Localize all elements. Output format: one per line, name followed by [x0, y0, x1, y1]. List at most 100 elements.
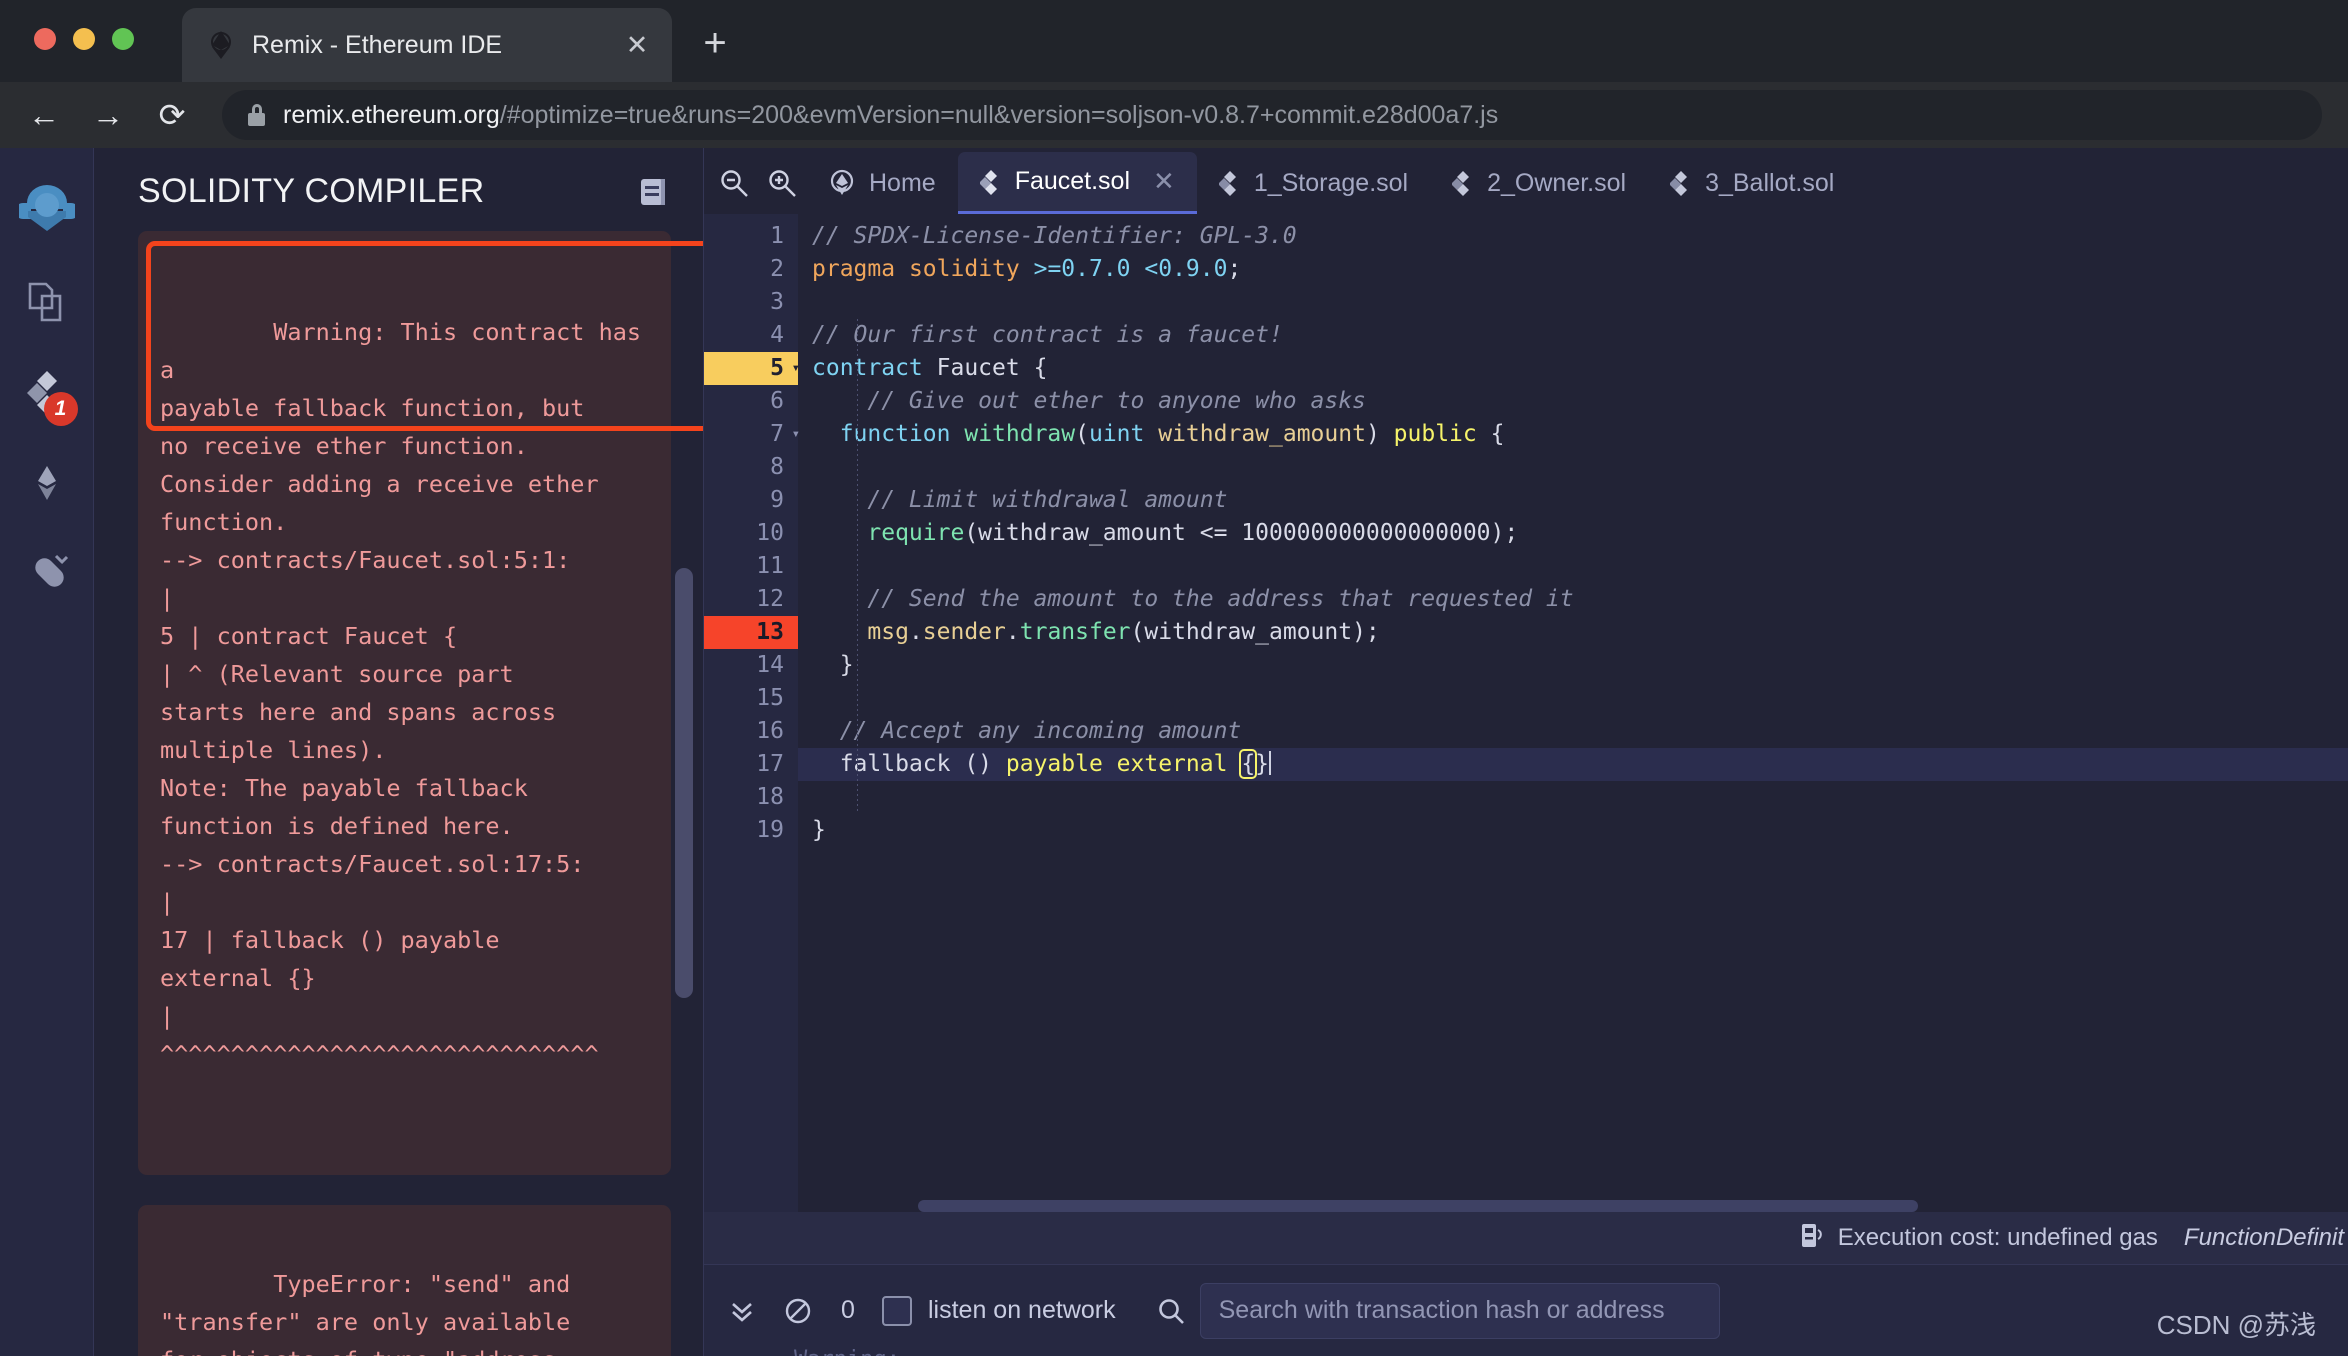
ast-node-type: FunctionDefinit — [2183, 1224, 2344, 1251]
chevron-double-down-icon[interactable] — [714, 1283, 770, 1339]
tab-2-owner-sol-label: 2_Owner.sol — [1487, 168, 1627, 197]
no-entry-icon[interactable] — [770, 1283, 826, 1339]
code-line: // Send the amount to the address that r… — [867, 586, 1574, 612]
gas-status: Execution cost: undefined gas — [1800, 1221, 2158, 1256]
line-number: 12 — [756, 586, 784, 612]
line-number: 4 — [770, 322, 784, 348]
tab-home-label: Home — [869, 168, 936, 197]
close-window-button[interactable] — [34, 28, 56, 50]
line-number-gutter: 1 2 3 4 5 ▾ 6 7 ▾ 8 9 10 11 12 13 14 15 16… — [704, 214, 800, 1212]
ethereum-icon — [24, 460, 70, 511]
sidebar-item-remix-logo[interactable] — [0, 164, 94, 260]
code-line: // SPDX-License-Identifier: GPL-3.0 — [798, 220, 2348, 253]
line-number-warning: 5 ▾ — [704, 352, 800, 385]
terminal-bar: 0 listen on network Search with transact… — [704, 1264, 2348, 1356]
close-icon[interactable]: ✕ — [620, 28, 654, 62]
minimize-window-button[interactable] — [73, 28, 95, 50]
tab-1-storage-sol-label: 1_Storage.sol — [1253, 168, 1409, 197]
line-number: 17 — [756, 751, 784, 777]
browser-tab[interactable]: Remix - Ethereum IDE ✕ — [182, 8, 672, 82]
ethereum-icon — [206, 30, 236, 60]
code-line: // Limit withdrawal amount — [867, 487, 1228, 513]
text-caret — [1269, 751, 1272, 775]
close-icon[interactable]: ✕ — [1153, 166, 1175, 197]
watermark: CSDN @苏浅 — [2156, 1310, 2316, 1340]
tab-faucet-sol-label: Faucet.sol — [1014, 167, 1131, 195]
code-line: // Give out ether to anyone who asks — [867, 388, 1366, 414]
tab-3-ballot-sol[interactable]: 3_Ballot.sol — [1648, 152, 1856, 214]
sidebar-item-plugin-manager[interactable] — [0, 530, 94, 620]
line-number: 8 — [770, 454, 784, 480]
window-traffic-lights — [34, 28, 134, 50]
line-number: 6 — [770, 388, 784, 414]
line-number: 18 — [756, 784, 784, 810]
reload-icon[interactable]: ⟳ — [140, 82, 204, 148]
editor-horizontal-scrollbar[interactable] — [918, 1200, 1918, 1212]
browser-tab-title: Remix - Ethereum IDE — [252, 30, 503, 59]
forward-icon[interactable]: → — [76, 82, 140, 148]
line-number: 5 — [770, 355, 784, 381]
line-number: 2 — [770, 256, 784, 282]
line-number: 3 — [770, 289, 784, 315]
line-number: 14 — [756, 652, 784, 678]
sidebar-item-file-explorer[interactable] — [0, 260, 94, 350]
code-line: contract Faucet { — [812, 355, 1048, 381]
new-tab-button[interactable]: + — [692, 22, 738, 68]
editor-status-bar: Execution cost: undefined gas FunctionDe… — [704, 1212, 2348, 1264]
gas-status-text: Execution cost: undefined gas — [1837, 1224, 2158, 1251]
tab-2-owner-sol[interactable]: 2_Owner.sol — [1430, 152, 1648, 214]
tab-1-storage-sol[interactable]: 1_Storage.sol — [1197, 152, 1430, 214]
solidity-icon — [1669, 170, 1692, 196]
editor-column: Home Faucet.sol ✕ 1_Storage.sol 2_Owner.… — [704, 148, 2348, 1356]
home-icon — [828, 168, 856, 198]
terminal-log-line: Warning: — [794, 1347, 900, 1356]
code-line: } — [812, 817, 826, 843]
page-title: SOLIDITY COMPILER — [138, 172, 485, 210]
remix-logo-icon — [14, 181, 79, 244]
line-number-error: 13 — [704, 616, 798, 649]
panel-body: Warning: This contract has a payable fal… — [94, 231, 703, 1356]
code-line: pragma solidity >=0.7.0 <0.9.0; — [812, 256, 1242, 282]
icon-rail: 1 — [0, 148, 94, 1356]
zoom-out-icon[interactable] — [710, 152, 758, 214]
book-icon[interactable] — [639, 177, 667, 207]
solidity-icon — [978, 169, 1002, 195]
line-number: 1 — [770, 223, 784, 249]
transaction-search-input[interactable]: Search with transaction hash or address — [1199, 1282, 1720, 1339]
address-bar-path: /#optimize=true&runs=200&evmVersion=null… — [499, 100, 1499, 129]
solidity-compiler-panel: SOLIDITY COMPILER Warning: This contract… — [94, 148, 704, 1356]
line-number: 7 — [770, 421, 784, 447]
sidepanel-scrollbar[interactable] — [675, 568, 693, 998]
compiler-error-text: TypeError: "send" and "transfer" are onl… — [160, 1270, 571, 1356]
code-token-comment: // SPDX-License-Identifier: GPL-3.0 — [812, 223, 1297, 249]
status-badge: 1 — [43, 392, 78, 426]
tab-faucet-sol[interactable]: Faucet.sol ✕ — [957, 152, 1197, 214]
sidebar-item-deploy-run[interactable] — [0, 440, 94, 530]
code-content[interactable]: // SPDX-License-Identifier: GPL-3.0 prag… — [798, 214, 2348, 1212]
line-number: 10 — [756, 520, 784, 546]
search-icon — [1142, 1296, 1200, 1326]
maximize-window-button[interactable] — [112, 28, 134, 50]
code-editor[interactable]: 1 2 3 4 5 ▾ 6 7 ▾ 8 9 10 11 12 13 14 15 16… — [704, 214, 2348, 1212]
zoom-in-icon[interactable] — [758, 152, 806, 214]
tab-home[interactable]: Home — [806, 152, 958, 214]
browser-tabstrip: Remix - Ethereum IDE ✕ + — [0, 0, 2348, 82]
code-line: function withdraw(uint withdraw_amount) … — [839, 421, 1505, 447]
address-bar-url: remix.ethereum.org/#optimize=true&runs=2… — [283, 101, 1498, 130]
compiler-error-message[interactable]: TypeError: "send" and "transfer" are onl… — [138, 1205, 671, 1356]
browser-chrome: Remix - Ethereum IDE ✕ + ← → ⟳ remix.eth… — [0, 0, 2348, 148]
files-icon — [24, 280, 70, 331]
sidebar-item-solidity-compiler[interactable]: 1 — [0, 350, 94, 440]
line-number: 16 — [756, 718, 784, 744]
gas-pump-icon — [1800, 1221, 1826, 1256]
compiler-warning-message[interactable]: Warning: This contract has a payable fal… — [138, 231, 703, 1175]
back-icon[interactable]: ← — [12, 82, 76, 148]
address-bar[interactable]: remix.ethereum.org/#optimize=true&runs=2… — [222, 90, 2322, 140]
line-number: 15 — [756, 685, 784, 711]
listen-on-network-checkbox[interactable] — [882, 1295, 912, 1326]
